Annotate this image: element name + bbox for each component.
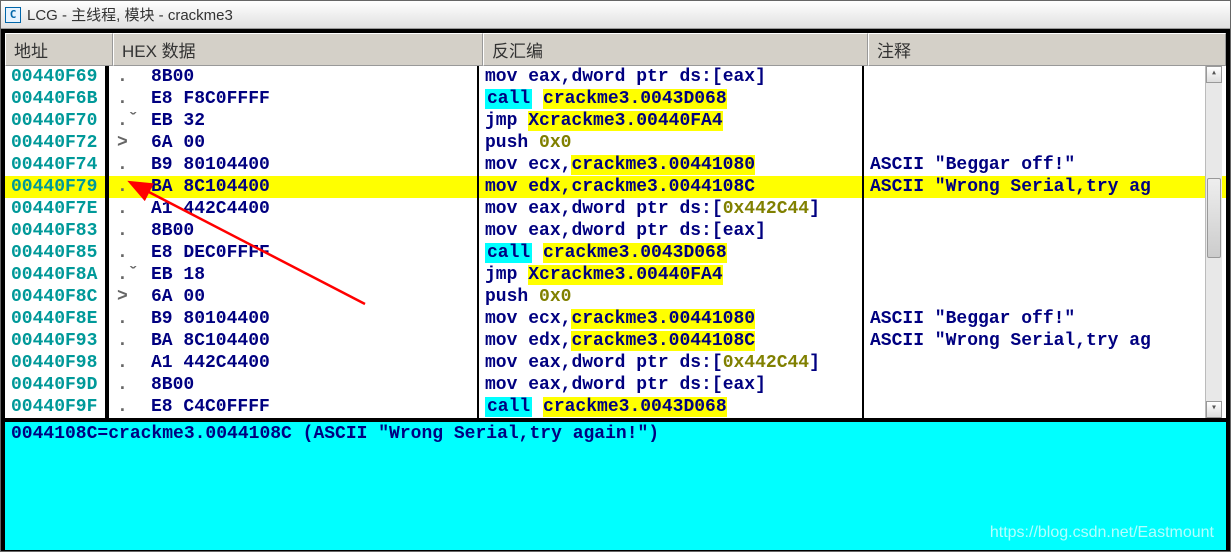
vertical-scrollbar[interactable]: ▴ ▾ bbox=[1205, 66, 1222, 418]
address-cell: 00440F72 bbox=[5, 132, 109, 154]
table-row[interactable]: 00440F83.8B00mov eax,dword ptr ds:[eax] bbox=[5, 220, 1226, 242]
disassembly-cell: mov eax,dword ptr ds:[eax] bbox=[479, 66, 864, 88]
disassembly-cell: call crackme3.0043D068 bbox=[479, 396, 864, 418]
scroll-up-button[interactable]: ▴ bbox=[1206, 66, 1222, 83]
hex-cell: .B9 80104400 bbox=[109, 308, 479, 330]
disassembly-listing[interactable]: 00440F69.8B00mov eax,dword ptr ds:[eax]0… bbox=[1, 66, 1230, 418]
disassembly-cell: push 0x0 bbox=[479, 286, 864, 308]
table-row[interactable]: 00440F8E.B9 80104400mov ecx,crackme3.004… bbox=[5, 308, 1226, 330]
address-cell: 00440F70 bbox=[5, 110, 109, 132]
disassembly-cell: jmp Xcrackme3.00440FA4 bbox=[479, 264, 864, 286]
hex-cell: .ˇEB 32 bbox=[109, 110, 479, 132]
hex-cell: >6A 00 bbox=[109, 286, 479, 308]
table-row[interactable]: 00440F8A.ˇEB 18jmp Xcrackme3.00440FA4 bbox=[5, 264, 1226, 286]
comment-cell bbox=[864, 66, 1226, 88]
table-row[interactable]: 00440F74.B9 80104400mov ecx,crackme3.004… bbox=[5, 154, 1226, 176]
comment-cell bbox=[864, 286, 1226, 308]
disassembly-cell: mov eax,dword ptr ds:[0x442C44] bbox=[479, 352, 864, 374]
comment-cell bbox=[864, 198, 1226, 220]
address-cell: 00440F9F bbox=[5, 396, 109, 418]
address-cell: 00440F98 bbox=[5, 352, 109, 374]
comment-cell bbox=[864, 242, 1226, 264]
scroll-track[interactable] bbox=[1206, 83, 1222, 401]
address-cell: 00440F6B bbox=[5, 88, 109, 110]
comment-cell bbox=[864, 396, 1226, 418]
hex-cell: .BA 8C104400 bbox=[109, 176, 479, 198]
comment-cell bbox=[864, 374, 1226, 396]
hex-cell: .8B00 bbox=[109, 374, 479, 396]
scroll-thumb[interactable] bbox=[1207, 178, 1221, 258]
disassembly-cell: mov ecx,crackme3.00441080 bbox=[479, 308, 864, 330]
col-header-hex[interactable]: HEX 数据 bbox=[113, 33, 483, 66]
comment-cell bbox=[864, 264, 1226, 286]
comment-cell bbox=[864, 110, 1226, 132]
comment-cell: ASCII "Beggar off!" bbox=[864, 308, 1226, 330]
content-area: 地址 HEX 数据 反汇编 注释 00440F69.8B00mov eax,dw… bbox=[1, 29, 1230, 551]
status-pane[interactable]: 0044108C=crackme3.0044108C (ASCII "Wrong… bbox=[1, 418, 1230, 551]
table-row[interactable]: 00440F6B.E8 F8C0FFFFcall crackme3.0043D0… bbox=[5, 88, 1226, 110]
disassembly-cell: mov edx,crackme3.0044108C bbox=[479, 330, 864, 352]
disassembly-cell: mov eax,dword ptr ds:[0x442C44] bbox=[479, 198, 864, 220]
table-row[interactable]: 00440F85.E8 DEC0FFFFcall crackme3.0043D0… bbox=[5, 242, 1226, 264]
hex-cell: .E8 C4C0FFFF bbox=[109, 396, 479, 418]
watermark-text: https://blog.csdn.net/Eastmount bbox=[990, 524, 1214, 542]
address-cell: 00440F7E bbox=[5, 198, 109, 220]
disassembly-cell: jmp Xcrackme3.00440FA4 bbox=[479, 110, 864, 132]
comment-cell bbox=[864, 352, 1226, 374]
address-cell: 00440F83 bbox=[5, 220, 109, 242]
address-cell: 00440F9D bbox=[5, 374, 109, 396]
hex-cell: .ˇEB 18 bbox=[109, 264, 479, 286]
table-row[interactable]: 00440F9F.E8 C4C0FFFFcall crackme3.0043D0… bbox=[5, 396, 1226, 418]
hex-cell: .BA 8C104400 bbox=[109, 330, 479, 352]
address-cell: 00440F69 bbox=[5, 66, 109, 88]
comment-cell bbox=[864, 220, 1226, 242]
window-title: LCG - 主线程, 模块 - crackme3 bbox=[27, 4, 233, 25]
table-row[interactable]: 00440F69.8B00mov eax,dword ptr ds:[eax] bbox=[5, 66, 1226, 88]
table-row[interactable]: 00440F7E.A1 442C4400mov eax,dword ptr ds… bbox=[5, 198, 1226, 220]
comment-cell bbox=[864, 132, 1226, 154]
table-row[interactable]: 00440F93.BA 8C104400mov edx,crackme3.004… bbox=[5, 330, 1226, 352]
hex-cell: .A1 442C4400 bbox=[109, 352, 479, 374]
disassembly-cell: call crackme3.0043D068 bbox=[479, 242, 864, 264]
title-bar[interactable]: C LCG - 主线程, 模块 - crackme3 bbox=[1, 1, 1230, 29]
table-row[interactable]: 00440F72>6A 00push 0x0 bbox=[5, 132, 1226, 154]
hex-cell: .B9 80104400 bbox=[109, 154, 479, 176]
disassembly-cell: mov eax,dword ptr ds:[eax] bbox=[479, 374, 864, 396]
hex-cell: >6A 00 bbox=[109, 132, 479, 154]
disassembly-cell: mov ecx,crackme3.00441080 bbox=[479, 154, 864, 176]
app-icon: C bbox=[5, 7, 21, 23]
address-cell: 00440F8C bbox=[5, 286, 109, 308]
disassembly-cell: mov edx,crackme3.0044108C bbox=[479, 176, 864, 198]
table-row[interactable]: 00440F70.ˇEB 32jmp Xcrackme3.00440FA4 bbox=[5, 110, 1226, 132]
address-cell: 00440F8E bbox=[5, 308, 109, 330]
comment-cell: ASCII "Beggar off!" bbox=[864, 154, 1226, 176]
scroll-down-button[interactable]: ▾ bbox=[1206, 401, 1222, 418]
debugger-window: { "window": { "icon_letter": "C", "title… bbox=[0, 0, 1231, 552]
disassembly-cell: mov eax,dword ptr ds:[eax] bbox=[479, 220, 864, 242]
col-header-disassembly[interactable]: 反汇编 bbox=[483, 33, 868, 66]
hex-cell: .8B00 bbox=[109, 220, 479, 242]
address-cell: 00440F93 bbox=[5, 330, 109, 352]
comment-cell: ASCII "Wrong Serial,try ag bbox=[864, 330, 1226, 352]
table-row[interactable]: 00440F79.BA 8C104400mov edx,crackme3.004… bbox=[5, 176, 1226, 198]
disassembly-cell: push 0x0 bbox=[479, 132, 864, 154]
hex-cell: .8B00 bbox=[109, 66, 479, 88]
address-cell: 00440F74 bbox=[5, 154, 109, 176]
column-headers: 地址 HEX 数据 反汇编 注释 bbox=[1, 29, 1230, 66]
status-text: 0044108C=crackme3.0044108C (ASCII "Wrong… bbox=[11, 424, 659, 444]
table-row[interactable]: 00440F98.A1 442C4400mov eax,dword ptr ds… bbox=[5, 352, 1226, 374]
address-cell: 00440F85 bbox=[5, 242, 109, 264]
table-row[interactable]: 00440F8C>6A 00push 0x0 bbox=[5, 286, 1226, 308]
comment-cell bbox=[864, 88, 1226, 110]
col-header-comment[interactable]: 注释 bbox=[868, 33, 1226, 66]
hex-cell: .A1 442C4400 bbox=[109, 198, 479, 220]
table-row[interactable]: 00440F9D.8B00mov eax,dword ptr ds:[eax] bbox=[5, 374, 1226, 396]
comment-cell: ASCII "Wrong Serial,try ag bbox=[864, 176, 1226, 198]
hex-cell: .E8 DEC0FFFF bbox=[109, 242, 479, 264]
col-header-address[interactable]: 地址 bbox=[5, 33, 113, 66]
address-cell: 00440F79 bbox=[5, 176, 109, 198]
disassembly-cell: call crackme3.0043D068 bbox=[479, 88, 864, 110]
address-cell: 00440F8A bbox=[5, 264, 109, 286]
hex-cell: .E8 F8C0FFFF bbox=[109, 88, 479, 110]
